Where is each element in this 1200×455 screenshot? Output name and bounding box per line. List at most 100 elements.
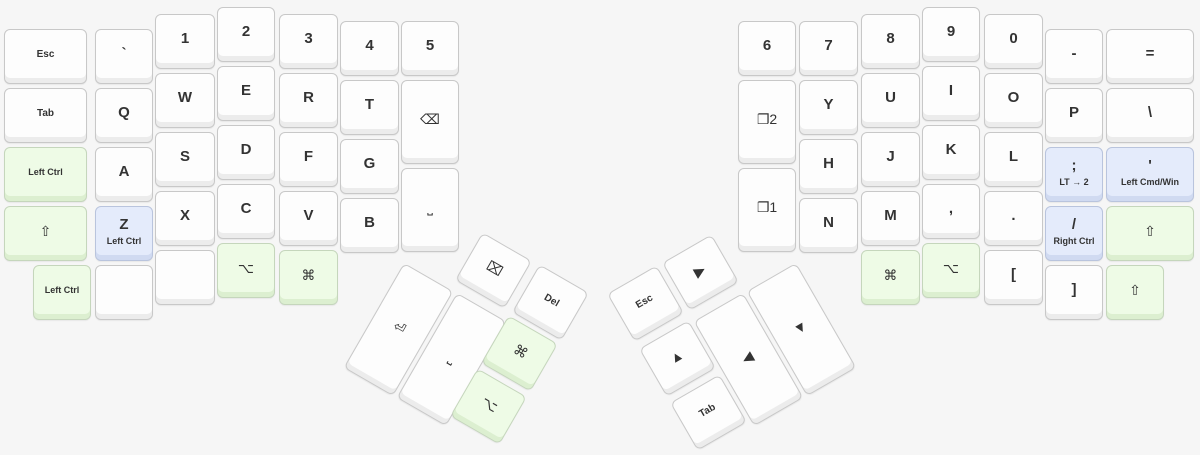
key-n3[interactable]: 3 [279,14,338,69]
key-lctrl-home[interactable]: Left Ctrl [4,147,87,202]
left-triangle-icon: ◀ [738,347,756,367]
key-label: Tab [697,401,718,420]
key-d[interactable]: D [217,125,275,180]
key-lalt[interactable]: ⌥ [217,243,275,298]
key-label: . [1011,207,1016,225]
key-label: M [884,207,897,225]
key-label: 7 [824,37,833,55]
key-bslash[interactable]: \ [1106,88,1194,143]
key-label: F [303,148,314,166]
key-n7[interactable]: 7 [799,21,858,76]
key-lctrl-bottom[interactable]: Left Ctrl [33,265,91,320]
key-sublabel: Left Cmd/Win [1121,176,1179,187]
key-label: X [179,207,190,225]
key-n4[interactable]: 4 [340,21,399,76]
key-grave[interactable]: ` [95,29,153,84]
key-minus[interactable]: - [1045,29,1103,84]
key-n[interactable]: N [799,198,858,253]
key-label: B [364,214,375,232]
key-label: Left Ctrl [44,284,80,295]
key-h[interactable]: H [799,139,858,194]
key-u[interactable]: U [861,73,920,128]
key-space-top[interactable]: ⎵ [401,168,459,252]
key-label: U [885,89,896,107]
key-comma[interactable]: , [922,184,980,239]
key-l[interactable]: L [984,132,1043,187]
key-esc[interactable]: Esc [4,29,87,84]
key-rcmd[interactable]: ⌘ [861,250,920,305]
key-t[interactable]: T [340,80,399,135]
key-label: C [240,200,252,218]
key-bksp-top[interactable]: ⌫ [401,80,459,164]
layer-icon: ❐1 [756,199,778,216]
key-lbracket[interactable]: [ [984,250,1043,305]
key-f[interactable]: F [279,132,338,187]
key-label: Esc [36,49,55,60]
key-label: 9 [946,23,956,41]
key-n2[interactable]: 2 [217,7,275,62]
key-s[interactable]: S [155,132,215,187]
key-label: 4 [365,37,374,55]
up-triangle-icon: ▲ [666,345,687,367]
key-label: A [118,163,130,181]
key-label: R [303,89,314,107]
key-b[interactable]: B [340,198,399,253]
layer-icon: ❐2 [756,111,778,128]
key-layer2[interactable]: ❐2 [738,80,796,164]
key-label: Esc [634,292,655,311]
key-rbracket[interactable]: ] [1045,265,1103,320]
key-rshift[interactable]: ⇧ [1106,206,1194,261]
key-blank-l2[interactable] [155,250,215,305]
key-r[interactable]: R [279,73,338,128]
key-label: E [240,82,251,100]
key-label: J [886,148,895,166]
key-blank-l1[interactable] [95,265,153,320]
key-label: , [948,200,954,218]
key-label: ; [1071,157,1077,175]
key-x[interactable]: X [155,191,215,246]
key-m[interactable]: M [861,191,920,246]
enter-icon: ⏎ [390,317,409,338]
key-e[interactable]: E [217,66,275,121]
shift-icon: ⇧ [1144,222,1156,239]
key-label: 2 [241,23,251,41]
key-tab[interactable]: Tab [4,88,87,143]
key-p[interactable]: P [1045,88,1103,143]
key-o[interactable]: O [984,73,1043,128]
key-label: [ [1011,266,1016,284]
key-g[interactable]: G [340,139,399,194]
key-quote[interactable]: ' Left Cmd/Win [1106,147,1194,202]
key-lshift[interactable]: ⇧ [4,206,87,261]
key-n1[interactable]: 1 [155,14,215,69]
key-n5[interactable]: 5 [401,21,459,76]
key-label: / [1071,216,1077,234]
key-i[interactable]: I [922,66,980,121]
key-z[interactable]: Z Left Ctrl [95,206,153,261]
command-icon: ⌘ [883,266,898,283]
key-layer1[interactable]: ❐1 [738,168,796,252]
down-triangle-icon: ▼ [790,316,811,338]
key-n9[interactable]: 9 [922,7,980,62]
key-label: Del [542,292,561,310]
key-v[interactable]: V [279,191,338,246]
key-a[interactable]: A [95,147,153,202]
key-rshift2[interactable]: ⇧ [1106,265,1164,320]
key-slash[interactable]: / Right Ctrl [1045,206,1103,261]
key-k[interactable]: K [922,125,980,180]
key-n0[interactable]: 0 [984,14,1043,69]
key-w[interactable]: W [155,73,215,128]
space-icon: ⎵ [427,199,433,216]
key-lcmd[interactable]: ⌘ [279,250,338,305]
key-period[interactable]: . [984,191,1043,246]
key-y[interactable]: Y [799,80,858,135]
key-n6[interactable]: 6 [738,21,796,76]
space-icon: ⎵ [446,348,460,366]
key-label: 0 [1009,30,1018,48]
key-n8[interactable]: 8 [861,14,920,69]
key-equal[interactable]: = [1106,29,1194,84]
key-c[interactable]: C [217,184,275,239]
key-q[interactable]: Q [95,88,153,143]
key-j[interactable]: J [861,132,920,187]
key-semi[interactable]: ; LT → 2 [1045,147,1103,202]
key-ralt[interactable]: ⌥ [922,243,980,298]
